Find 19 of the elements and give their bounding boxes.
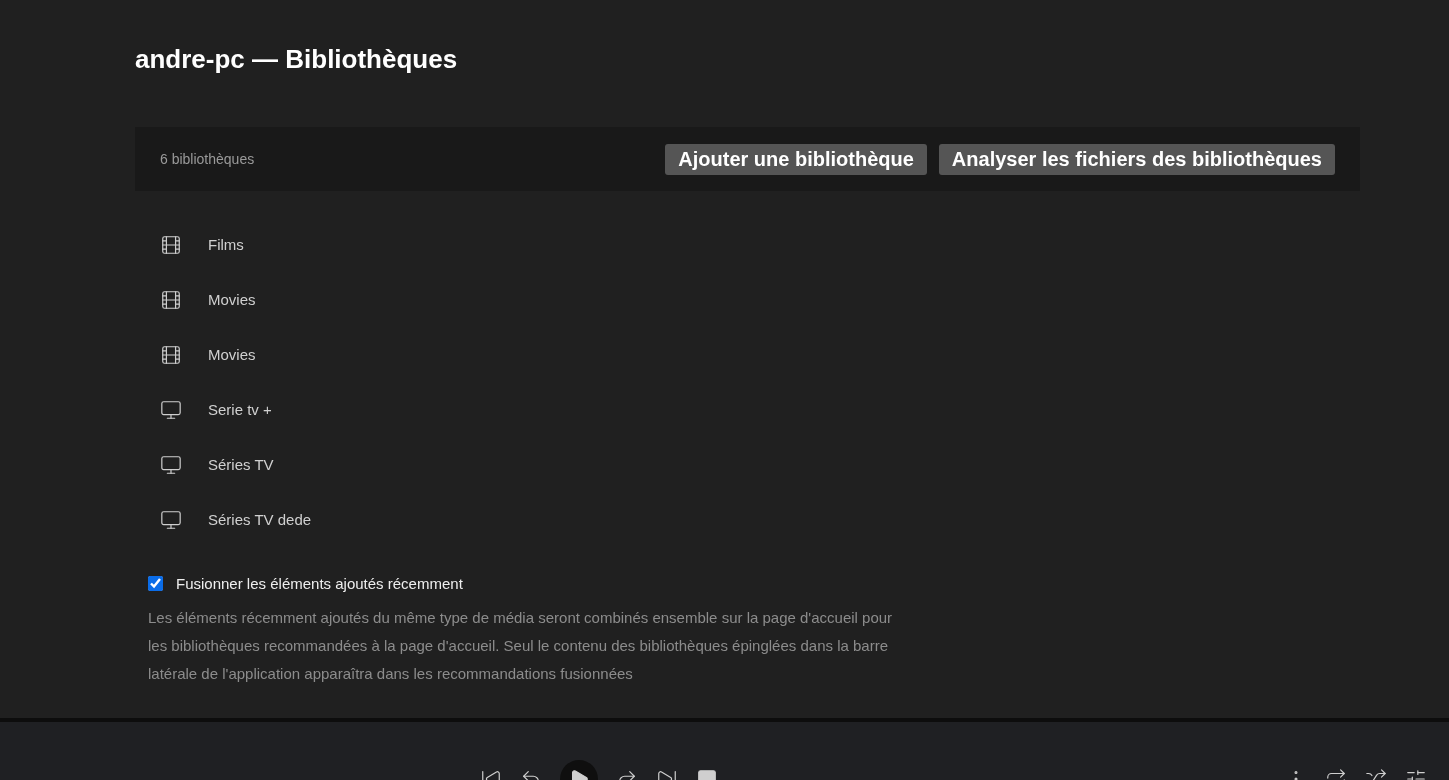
monitor-icon — [160, 453, 182, 476]
library-name[interactable]: Séries TV dede — [208, 511, 312, 528]
monitor-icon — [160, 508, 182, 531]
merge-checkbox[interactable] — [148, 576, 163, 591]
library-name[interactable]: Movies — [208, 291, 256, 308]
toolbar-button[interactable]: Ajouter une bibliothèque — [665, 143, 927, 175]
monitor-icon — [160, 398, 182, 421]
library-name[interactable]: Films — [208, 236, 244, 253]
film-icon — [160, 343, 182, 366]
library-name[interactable]: Movies — [208, 346, 256, 363]
library-name[interactable]: Serie tv + — [208, 401, 272, 418]
toolbar-button[interactable]: Analyser les fichiers des bibliothèques — [938, 143, 1335, 175]
checkbox-label: Fusionner les éléments ajoutés récemment — [176, 575, 463, 592]
page-title: andre-pc — Bibliothèques — [135, 44, 459, 75]
library-count: 6 bibliothèques — [160, 151, 256, 167]
library-name[interactable]: Séries TV — [208, 456, 274, 473]
film-icon — [160, 233, 182, 256]
option-description: Les éléments récemment ajoutés du même type de média seront combinés ensemble sur la page d'accueil pour les bibliothèques recommandées à la page d'accueil. Seul le contenu des bibliothèques épinglées dans la barre latérale de l'application apparaîtra dans les recommandations fusionnées — [148, 608, 894, 684]
film-icon — [160, 288, 182, 311]
